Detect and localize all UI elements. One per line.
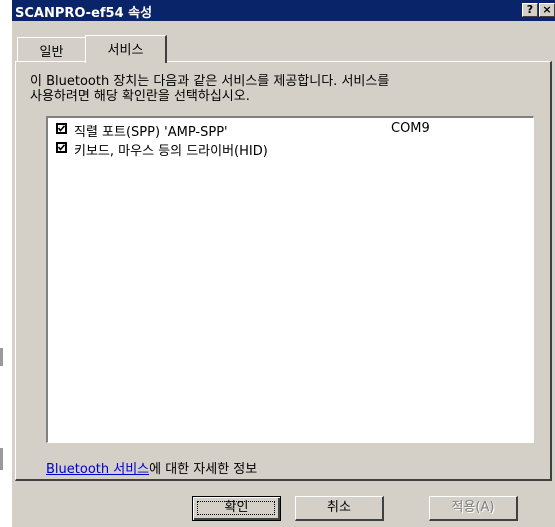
- hid-checkbox[interactable]: [56, 142, 67, 153]
- help-button[interactable]: ?: [522, 3, 538, 17]
- service-name: 키보드, 마우스 등의 드라이버(HID): [74, 144, 268, 159]
- services-panel: 이 Bluetooth 장치는 다음과 같은 서비스를 제공합니다. 서비스를 …: [15, 61, 552, 481]
- checkmark-icon: [58, 125, 65, 132]
- services-list[interactable]: 직렬 포트(SPP) 'AMP-SPP' COM9 키보드, 마우스 등의 드라…: [46, 116, 534, 443]
- bluetooth-services-link[interactable]: Bluetooth 서비스: [46, 462, 149, 477]
- window-title: SCANPRO-ef54 속성: [15, 6, 153, 21]
- properties-dialog: SCANPRO-ef54 속성 ? × 일반 서비스 이 Bluetooth 장…: [11, 0, 555, 527]
- info-suffix: 에 대한 자세한 정보: [149, 462, 258, 477]
- service-port: COM9: [391, 121, 430, 136]
- ok-button[interactable]: 확인: [192, 496, 281, 521]
- serial-port-checkbox[interactable]: [56, 123, 67, 134]
- tab-services[interactable]: 서비스: [85, 35, 167, 63]
- description-line-1: 이 Bluetooth 장치는 다음과 같은 서비스를 제공합니다. 서비스를: [30, 74, 390, 89]
- title-bar[interactable]: SCANPRO-ef54 속성 ? ×: [12, 0, 555, 21]
- services-description: 이 Bluetooth 장치는 다음과 같은 서비스를 제공합니다. 서비스를 …: [30, 74, 535, 104]
- background-scroll-mark: [0, 448, 3, 470]
- background-window-edge: [0, 0, 11, 527]
- apply-button[interactable]: 적용(A): [429, 496, 518, 521]
- description-line-2: 사용하려면 해당 확인란을 선택하십시오.: [30, 89, 250, 104]
- cancel-button[interactable]: 취소: [295, 496, 384, 521]
- background-scroll-mark: [0, 348, 3, 366]
- service-name: 직렬 포트(SPP) 'AMP-SPP': [74, 125, 228, 140]
- tab-general[interactable]: 일반: [17, 37, 85, 61]
- checkmark-icon: [58, 144, 65, 151]
- close-button[interactable]: ×: [539, 3, 555, 17]
- info-line: Bluetooth 서비스에 대한 자세한 정보: [46, 458, 257, 477]
- focus-rectangle: [197, 501, 275, 515]
